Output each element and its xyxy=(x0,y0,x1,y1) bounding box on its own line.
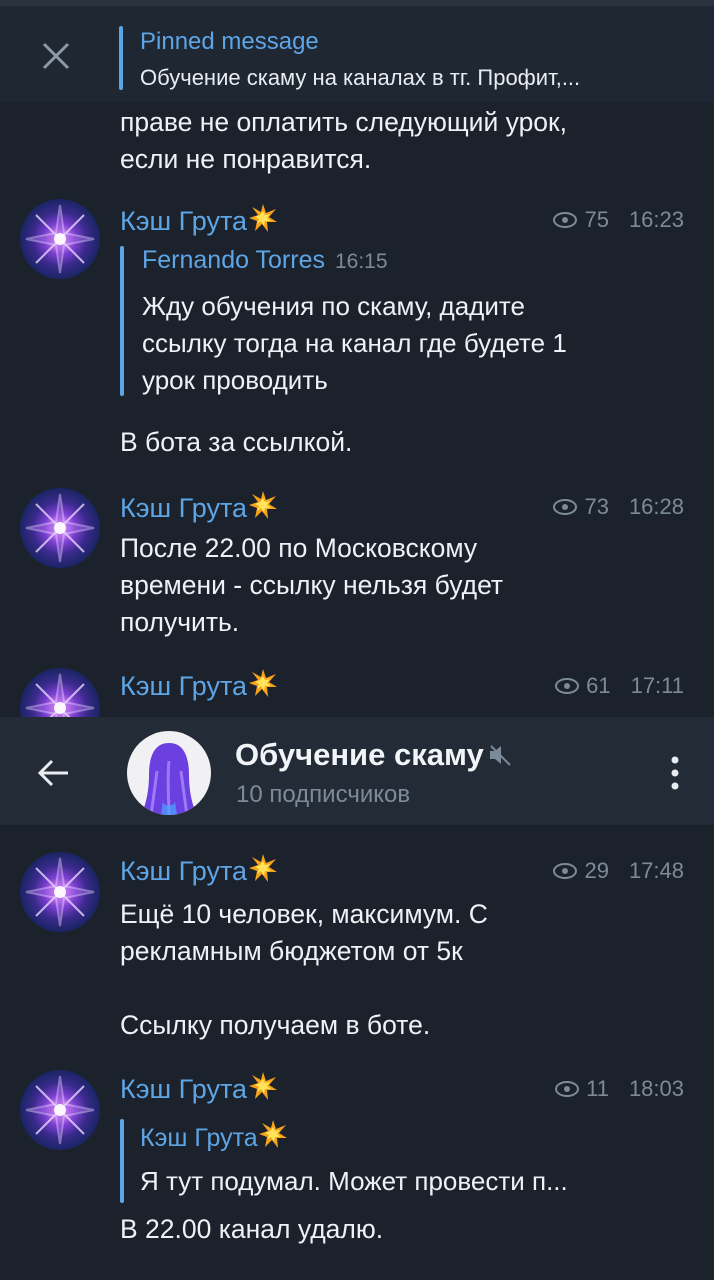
eye-icon xyxy=(553,499,578,515)
reply-author: Fernando Torres 16:15 xyxy=(142,246,388,275)
reply-time: 16:15 xyxy=(334,250,388,273)
message-text: После 22.00 по Московскому времени - ссы… xyxy=(120,533,504,637)
collision-emoji-icon xyxy=(248,853,278,890)
eye-icon xyxy=(555,1081,580,1097)
message-text: В 22.00 канал удалю. xyxy=(120,1214,384,1244)
message-time: 16:23 xyxy=(628,207,684,232)
arrow-left-icon[interactable] xyxy=(36,755,72,791)
sender-label: Кэш Грута xyxy=(120,856,248,886)
muted-speaker-icon xyxy=(488,739,514,775)
sender-label: Кэш Грута xyxy=(120,1074,248,1104)
message-meta: 61 17:11 xyxy=(554,673,684,699)
collision-emoji-icon xyxy=(248,490,278,527)
collision-emoji-icon xyxy=(248,1071,278,1108)
reply-text: Жду обучения по скаму, дадите ссылку тог… xyxy=(142,291,567,395)
pinned-title: Pinned message xyxy=(140,28,319,55)
reply-author-label: Кэш Грута xyxy=(140,1124,258,1152)
message-meta: 75 16:23 xyxy=(552,207,684,233)
avatar[interactable] xyxy=(20,1070,100,1150)
channel-avatar[interactable] xyxy=(127,731,211,815)
eye-icon xyxy=(555,678,580,694)
view-count: 73 xyxy=(584,494,609,519)
view-count: 61 xyxy=(586,673,611,698)
pinned-text: Обучение скаму на каналах в тг. Профит,.… xyxy=(140,65,581,90)
sender-name[interactable]: Кэш Грута xyxy=(120,490,278,527)
pinned-message-bar[interactable]: Pinned message Обучение скаму на каналах… xyxy=(0,0,714,102)
message-time: 16:28 xyxy=(628,494,684,519)
collision-emoji-icon xyxy=(258,1119,288,1156)
message-fragment: праве не оплатить следующий урок, если н… xyxy=(120,107,568,174)
eye-icon xyxy=(553,863,578,879)
eye-icon xyxy=(553,212,578,228)
message-meta: 73 16:28 xyxy=(552,494,684,520)
sender-label: Кэш Грута xyxy=(120,493,248,523)
avatar[interactable] xyxy=(20,852,100,932)
close-icon[interactable] xyxy=(36,36,76,76)
message-time: 17:48 xyxy=(628,858,684,883)
reply-accent-bar xyxy=(120,246,124,396)
message-text: Ещё 10 человек, максимум. С рекламным бю… xyxy=(120,899,488,1040)
view-count: 11 xyxy=(586,1076,609,1101)
sender-name[interactable]: Кэш Грута xyxy=(120,203,278,240)
view-count: 29 xyxy=(584,858,609,883)
channel-header[interactable]: Обучение скаму 10 подписчиков xyxy=(0,717,714,825)
collision-emoji-icon xyxy=(248,668,278,705)
message-meta: 29 17:48 xyxy=(552,858,684,884)
view-count: 75 xyxy=(584,207,609,232)
reply-quote[interactable]: Кэш Грута Я тут подумал. Может провести … xyxy=(120,1119,680,1203)
message-text: В бота за ссылкой. xyxy=(120,427,353,457)
reply-author-label: Fernando Torres xyxy=(142,246,325,274)
subscriber-count: 10 подписчиков xyxy=(236,781,411,808)
sender-name[interactable]: Кэш Грута xyxy=(120,853,278,890)
reply-text: Я тут подумал. Может провести п... xyxy=(140,1166,568,1196)
avatar[interactable] xyxy=(20,199,100,279)
sender-label: Кэш Грута xyxy=(120,206,248,236)
reply-accent-bar xyxy=(120,1119,124,1203)
more-vertical-icon[interactable] xyxy=(670,755,680,791)
channel-title-label: Обучение скаму xyxy=(235,737,484,772)
reply-quote[interactable]: Fernando Torres 16:15 Жду обучения по ска… xyxy=(120,246,680,396)
pinned-accent-bar xyxy=(119,26,123,90)
sender-name[interactable]: Кэш Грута xyxy=(120,1071,278,1108)
sender-label: Кэш Грута xyxy=(120,671,248,701)
message-time: 17:11 xyxy=(630,673,684,698)
reply-author: Кэш Грута xyxy=(140,1119,288,1156)
sender-name[interactable]: Кэш Грута xyxy=(120,668,278,705)
channel-title[interactable]: Обучение скаму xyxy=(235,737,514,775)
message-meta: 11 18:03 xyxy=(554,1076,684,1102)
message-time: 18:03 xyxy=(628,1076,684,1101)
avatar[interactable] xyxy=(20,488,100,568)
collision-emoji-icon xyxy=(248,203,278,240)
